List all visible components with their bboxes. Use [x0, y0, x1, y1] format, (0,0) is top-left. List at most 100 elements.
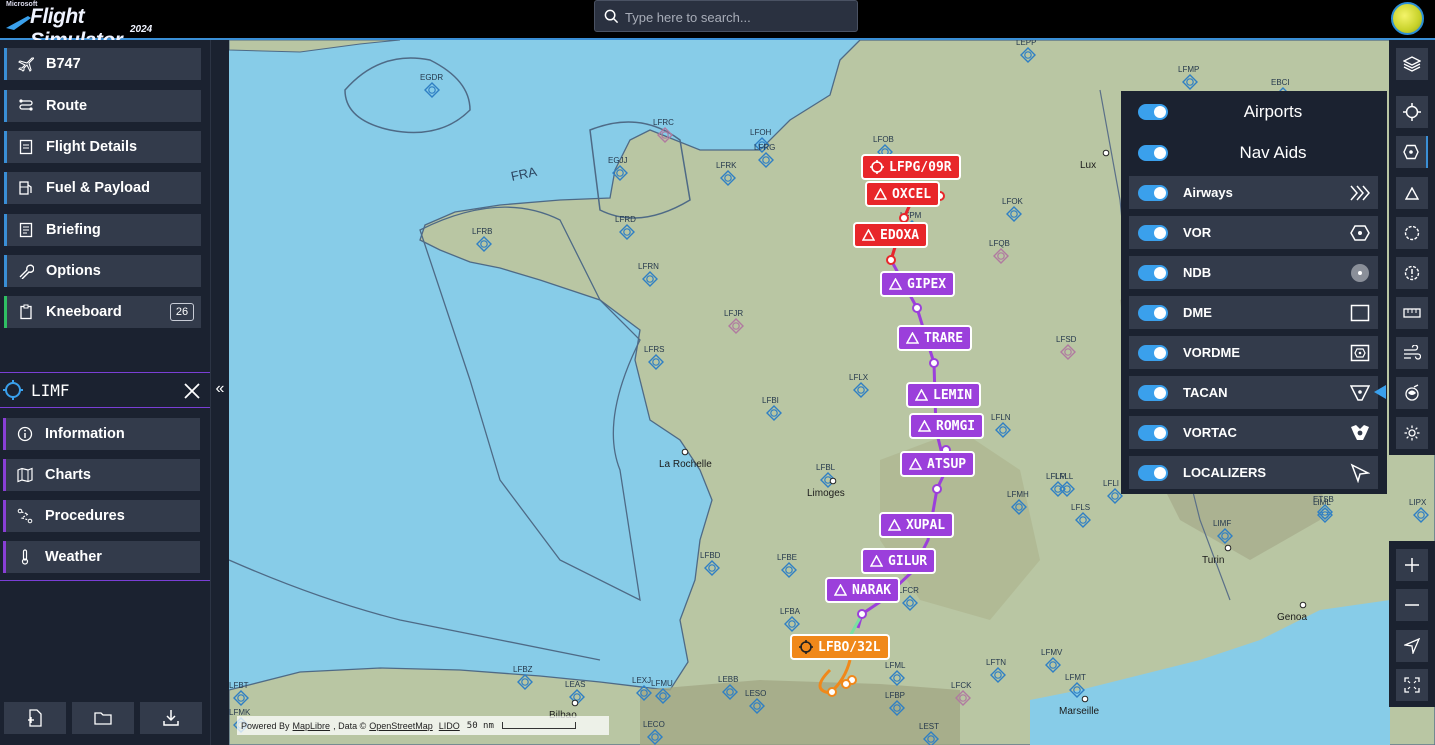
- ruler-icon: [1403, 308, 1421, 318]
- layer-row-vortac[interactable]: VORTAC: [1129, 416, 1378, 449]
- waypoint-id: XUPAL: [906, 517, 946, 533]
- sidebar-item-fuel-payload[interactable]: Fuel & Payload: [4, 172, 201, 204]
- layer-label: TACAN: [1183, 385, 1228, 400]
- download-icon: [163, 710, 179, 726]
- layers-button[interactable]: [1396, 48, 1428, 80]
- layer-navaids-row[interactable]: Nav Aids: [1129, 136, 1378, 169]
- collapse-sidebar-button[interactable]: «: [212, 380, 228, 398]
- sidebar-item-flight-details[interactable]: Flight Details: [4, 131, 201, 163]
- search-icon: [604, 9, 619, 24]
- user-avatar[interactable]: [1391, 2, 1424, 35]
- airport-label: LFML: [885, 661, 906, 670]
- layer-label: VORTAC: [1183, 425, 1237, 440]
- fir-boundary: [344, 57, 471, 134]
- scale-bar: [501, 722, 576, 729]
- route-waypoint[interactable]: EDOXA: [853, 222, 929, 248]
- vor-toggle[interactable]: [1138, 224, 1168, 241]
- airways-toggle[interactable]: [1138, 184, 1168, 201]
- route-waypoint[interactable]: TRARE: [897, 325, 973, 351]
- sidebar-item-aircraft[interactable]: B747: [4, 48, 201, 80]
- osm-link[interactable]: OpenStreetMap: [369, 721, 433, 731]
- plus-icon: [1405, 558, 1419, 572]
- waypoint-id: EDOXA: [880, 227, 920, 243]
- route-waypoint[interactable]: XUPAL: [879, 512, 955, 538]
- navaids-toggle[interactable]: [1138, 144, 1168, 161]
- airport-label: LFBL: [816, 463, 836, 472]
- weather-layer-button[interactable]: [1396, 377, 1428, 409]
- zoom-in-button[interactable]: [1396, 549, 1428, 581]
- lido-link[interactable]: LIDO: [439, 721, 460, 731]
- restricted-layer-button[interactable]: [1396, 257, 1428, 289]
- route-waypoint[interactable]: NARAK: [825, 577, 901, 603]
- center-position-button[interactable]: [1396, 630, 1428, 662]
- airports-toggle[interactable]: [1138, 103, 1168, 120]
- airport-tab-procedures[interactable]: Procedures: [3, 500, 200, 532]
- navaids-layer-button[interactable]: [1396, 136, 1428, 168]
- download-flight-plan-button[interactable]: [140, 702, 202, 734]
- maplibre-link[interactable]: MapLibre: [293, 721, 331, 731]
- route-waypoint[interactable]: LEMIN: [906, 382, 982, 408]
- airport-tab-weather[interactable]: Weather: [3, 541, 200, 573]
- layer-row-dme[interactable]: DME: [1129, 296, 1378, 329]
- airport-label: LFOH: [750, 128, 772, 137]
- airport-tab-information[interactable]: Information: [3, 418, 200, 450]
- open-flight-plan-button[interactable]: [72, 702, 134, 734]
- new-flight-plan-button[interactable]: [4, 702, 66, 734]
- airport-label: LFBE: [777, 553, 797, 562]
- layer-row-vor[interactable]: VOR: [1129, 216, 1378, 249]
- airport-label: LFRN: [638, 262, 659, 271]
- route-waypoint[interactable]: GIPEX: [880, 271, 956, 297]
- airspace-layer-button[interactable]: [1396, 217, 1428, 249]
- airport-marker[interactable]: EGDR: [420, 73, 443, 98]
- route-waypoint[interactable]: ATSUP: [900, 451, 976, 477]
- waypoint-id: LFBO/32L: [818, 639, 881, 655]
- route-waypoint-departure[interactable]: LFPG/09R: [861, 154, 961, 180]
- map-style-button[interactable]: [1396, 417, 1428, 449]
- sidebar-item-briefing[interactable]: Briefing: [4, 214, 201, 246]
- route-waypoint-arrival[interactable]: LFBO/32L: [790, 634, 890, 660]
- triangle-icon: [918, 420, 931, 432]
- route-waypoint[interactable]: ROMGI: [909, 413, 985, 439]
- vordme-toggle[interactable]: [1138, 344, 1168, 361]
- triangle-icon: [874, 188, 887, 200]
- route-waypoint[interactable]: GILUR: [861, 548, 937, 574]
- folder-icon: [94, 712, 112, 725]
- tacan-toggle[interactable]: [1138, 384, 1168, 401]
- airport-label: LFMV: [1041, 648, 1063, 657]
- search-input[interactable]: [625, 7, 849, 27]
- airport-label: LFBI: [762, 396, 779, 405]
- sidebar-item-kneeboard[interactable]: Kneeboard 26: [4, 296, 201, 328]
- search-box[interactable]: [594, 0, 858, 32]
- layer-row-tacan[interactable]: TACAN: [1129, 376, 1378, 409]
- layer-airports-row[interactable]: Airports: [1129, 95, 1378, 128]
- sidebar-item-label: B747: [46, 56, 81, 72]
- vortac-toggle[interactable]: [1138, 424, 1168, 441]
- route-waypoint[interactable]: OXCEL: [865, 181, 941, 207]
- wind-layer-button[interactable]: [1396, 337, 1428, 369]
- airport-label: LFBT: [229, 681, 249, 690]
- layer-row-airways[interactable]: Airways: [1129, 176, 1378, 209]
- layer-row-ndb[interactable]: NDB: [1129, 256, 1378, 289]
- layer-row-vordme[interactable]: VORDME: [1129, 336, 1378, 369]
- sidebar-item-options[interactable]: Options: [4, 255, 201, 287]
- airports-layer-button[interactable]: [1396, 96, 1428, 128]
- city-dot: [681, 448, 689, 456]
- layer-row-localizers[interactable]: LOCALIZERS: [1129, 456, 1378, 489]
- zoom-out-button[interactable]: [1396, 589, 1428, 621]
- layer-heading: Nav Aids: [1239, 142, 1307, 162]
- dme-toggle[interactable]: [1138, 304, 1168, 321]
- ruler-button[interactable]: [1396, 297, 1428, 329]
- selected-airport-code: LIMF: [31, 380, 70, 400]
- city-dot: [1224, 544, 1232, 552]
- vor-icon: [1403, 144, 1419, 160]
- fullscreen-button[interactable]: [1396, 669, 1428, 701]
- thermometer-icon: [17, 549, 33, 565]
- triangle-icon: [915, 389, 928, 401]
- close-icon[interactable]: [184, 383, 200, 399]
- sidebar-item-route[interactable]: Route: [4, 90, 201, 122]
- waypoints-layer-button[interactable]: [1396, 177, 1428, 209]
- airport-tab-label: Charts: [45, 467, 91, 483]
- airport-tab-charts[interactable]: Charts: [3, 459, 200, 491]
- localizers-toggle[interactable]: [1138, 464, 1168, 481]
- ndb-toggle[interactable]: [1138, 264, 1168, 281]
